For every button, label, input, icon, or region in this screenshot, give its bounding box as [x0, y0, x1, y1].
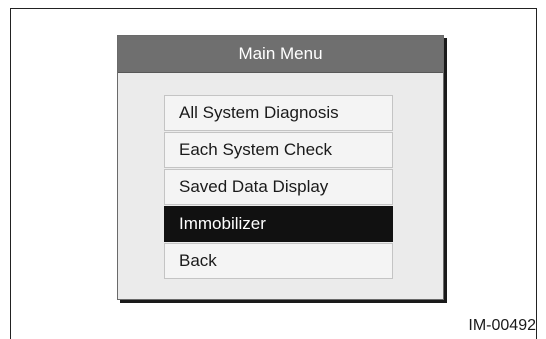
- menu-item-label: Each System Check: [179, 140, 333, 159]
- screen-title: Main Menu: [238, 44, 323, 63]
- menu-item-saved-data-display[interactable]: Saved Data Display: [164, 169, 393, 205]
- menu-item-label: Saved Data Display: [179, 177, 329, 196]
- title-bar: Main Menu: [118, 36, 443, 73]
- menu-item-label: All System Diagnosis: [179, 103, 339, 122]
- main-menu-screen: Main Menu All System Diagnosis Each Syst…: [117, 35, 444, 300]
- menu-item-label: Back: [179, 251, 217, 270]
- menu-item-each-system-check[interactable]: Each System Check: [164, 132, 393, 168]
- menu-item-label: Immobilizer: [179, 214, 266, 233]
- menu-item-all-system-diagnosis[interactable]: All System Diagnosis: [164, 95, 393, 131]
- menu-list: All System Diagnosis Each System Check S…: [164, 95, 393, 280]
- menu-item-back[interactable]: Back: [164, 243, 393, 279]
- menu-item-immobilizer[interactable]: Immobilizer: [164, 206, 393, 242]
- figure-id-label: IM-00492: [468, 317, 536, 334]
